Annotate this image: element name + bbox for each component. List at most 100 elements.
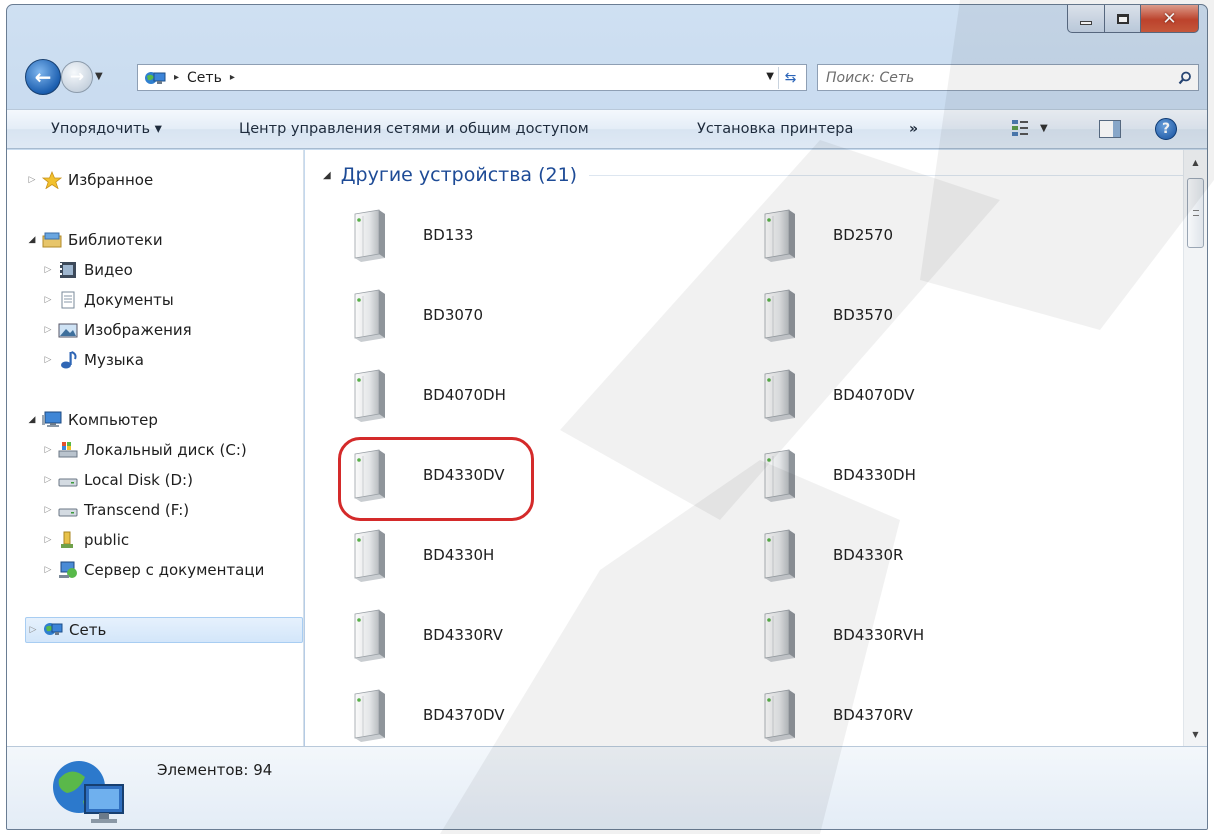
device-label: BD4370RV (833, 706, 913, 724)
media-device-icon (349, 288, 389, 346)
add-printer-button[interactable]: Установка принтера (697, 121, 853, 137)
device-item[interactable]: BD4370RV (759, 688, 1099, 746)
expand-icon[interactable]: ▷ (41, 565, 55, 575)
details-pane: Элементов: 94 (7, 746, 1207, 829)
breadcrumb-separator[interactable]: ▸ (174, 72, 179, 83)
scroll-grip-icon (1193, 210, 1199, 216)
search-input[interactable] (818, 69, 1172, 86)
breadcrumb-separator-end[interactable]: ▸ (230, 72, 235, 83)
nav-favorites[interactable]: ▷ Избранное (25, 167, 153, 193)
breadcrumb-network[interactable]: Сеть (187, 70, 222, 86)
device-item[interactable]: BD4330H (349, 528, 689, 588)
device-item[interactable]: BD4070DV (759, 368, 1099, 428)
server-icon (59, 561, 77, 578)
forward-arrow-icon: → (69, 67, 85, 87)
device-label: BD4330RV (423, 626, 503, 644)
device-label: BD4330RVH (833, 626, 925, 644)
collapse-group-icon[interactable]: ◢ (323, 170, 331, 181)
forward-button[interactable]: → (61, 61, 93, 93)
group-header[interactable]: ◢ Другие устройства (21) (323, 164, 1183, 186)
refresh-button[interactable]: ⇆ (778, 67, 802, 89)
close-button[interactable]: ✕ (1141, 5, 1199, 33)
preview-pane-icon[interactable] (1099, 120, 1121, 138)
content-pane: ◢ Другие устройства (21) BD133 BD2570 BD30… (305, 150, 1183, 746)
expand-icon[interactable]: ▷ (41, 535, 55, 545)
nav-local-disk-c-label: Локальный диск (C:) (84, 441, 247, 459)
recent-pages-dropdown[interactable]: ▼ (95, 71, 103, 82)
collapse-icon[interactable]: ◢ (25, 235, 39, 245)
nav-network[interactable]: ▷ Сеть (25, 617, 303, 643)
nav-documents-label: Документы (84, 291, 174, 309)
expand-icon[interactable]: ▷ (41, 475, 55, 485)
media-device-icon (759, 688, 799, 746)
maximize-button[interactable] (1105, 5, 1141, 33)
help-icon[interactable]: ? (1155, 118, 1177, 140)
nav-libraries-label: Библиотеки (68, 231, 163, 249)
media-device-icon (759, 288, 799, 346)
device-item[interactable]: BD4370DV (349, 688, 689, 746)
explorer-window: ✕ ← → ▼ ▸ Сеть ▸ ▼ ⇆ Упорядочить ▾ (6, 4, 1208, 830)
media-device-icon (349, 208, 389, 266)
views-icon (1012, 120, 1028, 136)
navigation-pane: ▷ Избранное ◢ Библиотеки ▷ Видео ▷ Докум… (7, 150, 304, 746)
expand-icon[interactable]: ▷ (41, 265, 55, 275)
network-center-button[interactable]: Центр управления сетями и общим доступом (239, 121, 589, 137)
nav-videos-label: Видео (84, 261, 133, 279)
device-item[interactable]: BD133 (349, 208, 689, 268)
globe-network-icon (53, 761, 124, 823)
expand-icon[interactable]: ▷ (41, 445, 55, 455)
nav-doc-server[interactable]: ▷ Сервер с документаци (41, 557, 265, 583)
nav-local-disk-d[interactable]: ▷ Local Disk (D:) (41, 467, 193, 493)
nav-public[interactable]: ▷ public (41, 527, 130, 553)
more-commands-button[interactable]: » (909, 121, 918, 137)
nav-transcend[interactable]: ▷ Transcend (F:) (41, 497, 190, 523)
expand-icon[interactable]: ▷ (26, 625, 40, 635)
device-item[interactable]: BD2570 (759, 208, 1099, 268)
nav-documents[interactable]: ▷ Документы (41, 287, 174, 313)
minimize-button[interactable] (1067, 5, 1105, 33)
caption-buttons: ✕ (1067, 5, 1199, 33)
vertical-scrollbar[interactable]: ▲ ▼ (1183, 150, 1207, 746)
device-label: BD4070DV (833, 386, 915, 404)
back-arrow-icon: ← (34, 65, 52, 89)
device-item[interactable]: BD3570 (759, 288, 1099, 348)
nav-music-label: Музыка (84, 351, 144, 369)
nav-local-disk-c[interactable]: ▷ Локальный диск (C:) (41, 437, 247, 463)
device-item[interactable]: BD4330RVH (759, 608, 1099, 668)
expand-icon[interactable]: ▷ (25, 175, 39, 185)
minimize-icon (1080, 20, 1092, 25)
group-divider (589, 174, 1183, 176)
organize-menu[interactable]: Упорядочить ▾ (51, 121, 162, 137)
scroll-thumb[interactable] (1187, 178, 1204, 248)
expand-icon[interactable]: ▷ (41, 355, 55, 365)
device-label: BD3070 (423, 306, 484, 324)
nav-music[interactable]: ▷ Музыка (41, 347, 144, 373)
search-icon[interactable] (1172, 65, 1198, 90)
nav-videos[interactable]: ▷ Видео (41, 257, 133, 283)
device-item[interactable]: BD4330DH (759, 448, 1099, 508)
scroll-up-icon[interactable]: ▲ (1184, 152, 1207, 172)
network-icon (145, 71, 166, 84)
expand-icon[interactable]: ▷ (41, 505, 55, 515)
device-item[interactable]: BD4330R (759, 528, 1099, 588)
expand-icon[interactable]: ▷ (41, 295, 55, 305)
maximize-icon (1116, 13, 1129, 24)
picture-icon (58, 323, 78, 338)
address-history-dropdown[interactable]: ▼ (766, 71, 774, 82)
network-icon (44, 623, 63, 635)
expand-icon[interactable]: ▷ (41, 325, 55, 335)
nav-libraries[interactable]: ◢ Библиотеки (25, 227, 163, 253)
device-item[interactable]: BD3070 (349, 288, 689, 348)
nav-pictures[interactable]: ▷ Изображения (41, 317, 192, 343)
nav-doc-server-label: Сервер с документаци (84, 561, 265, 579)
change-view-button[interactable]: ▼ (1010, 118, 1048, 138)
device-item[interactable]: BD4070DH (349, 368, 689, 428)
address-bar[interactable]: ▸ Сеть ▸ ▼ ⇆ (137, 64, 807, 91)
back-button[interactable]: ← (25, 59, 61, 95)
nav-computer[interactable]: ◢ Компьютер (25, 407, 158, 433)
collapse-icon[interactable]: ◢ (25, 415, 39, 425)
scroll-down-icon[interactable]: ▼ (1184, 724, 1207, 744)
refresh-icon: ⇆ (784, 70, 797, 86)
device-item[interactable]: BD4330RV (349, 608, 689, 668)
system-drive-icon (58, 442, 78, 458)
